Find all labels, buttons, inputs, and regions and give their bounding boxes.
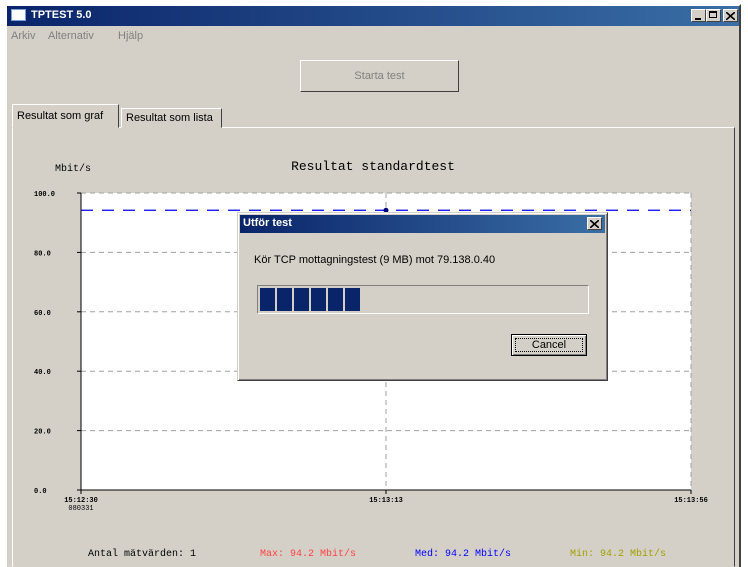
y-tick-label: 60.0 [34,310,51,318]
y-tick-label: 0.0 [34,488,47,496]
dialog-message: Kör TCP mottagningstest (9 MB) mot 79.13… [254,254,496,266]
progress-block [345,288,360,311]
progress-block [294,288,309,311]
y-axis-label: Mbit/s [55,163,91,175]
y-tick-label: 80.0 [34,250,51,258]
cancel-label: Cancel [531,339,567,351]
progress-fill [260,288,360,311]
x-tick-label: 15:13:56 [674,497,708,505]
stat-med: Med: 94.2 Mbit/s [415,548,511,560]
cancel-button[interactable]: Cancel [511,334,587,356]
dialog-close-button[interactable] [587,217,602,230]
close-icon [726,12,735,20]
progress-bar [257,285,589,314]
start-test-label: Starta test [354,70,405,82]
tab-resultat-lista[interactable]: Resultat som lista [121,108,222,128]
start-test-button[interactable]: Starta test [300,60,459,92]
tab-label: Resultat som lista [126,112,213,124]
progress-block [328,288,343,311]
x-tick-label: 15:12:30 [64,497,98,505]
menu-hjalp[interactable]: Hjälp [118,30,143,42]
stat-min: Min: 94.2 Mbit/s [570,548,666,560]
minimize-icon [695,18,701,20]
x-tick-sublabel: 080331 [68,505,93,513]
maximize-icon [709,11,717,18]
progress-block [277,288,292,311]
dialog-title: Utför test [243,217,292,229]
tab-label: Resultat som graf [17,110,104,122]
y-tick-label: 100.0 [34,191,55,199]
x-tick-label: 15:13:13 [369,497,403,505]
dialog-title-bar[interactable]: Utför test [240,215,605,233]
close-icon [590,220,599,228]
y-tick-label: 40.0 [34,369,51,377]
stat-max: Max: 94.2 Mbit/s [260,548,356,560]
window-title: TPTEST 5.0 [31,9,92,21]
close-button[interactable] [723,9,738,22]
minimize-button[interactable] [691,9,706,22]
app-icon [11,9,26,21]
tab-resultat-graf[interactable]: Resultat som graf [12,104,119,128]
chart-title: Resultat standardtest [291,159,455,174]
progress-dialog: Utför test Kör TCP mottagningstest (9 MB… [237,212,608,381]
title-bar[interactable]: TPTEST 5.0 [7,6,739,26]
progress-block [260,288,275,311]
y-tick-label: 20.0 [34,429,51,437]
progress-block [311,288,326,311]
menu-arkiv[interactable]: Arkiv [11,30,35,42]
menu-alternativ[interactable]: Alternativ [48,30,94,42]
maximize-button[interactable] [706,9,721,22]
stat-count: Antal mätvärden: 1 [88,548,196,560]
